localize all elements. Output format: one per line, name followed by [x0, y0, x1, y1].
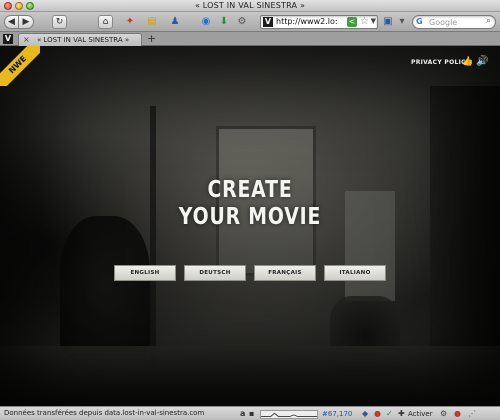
gear-icon[interactable]: ⚙: [440, 408, 447, 420]
bookmark-icon[interactable]: ✦: [124, 16, 136, 28]
star-icon[interactable]: ☆: [360, 16, 369, 27]
browser-toolbar: ◀ ▶ ↻ ⌂ ✦ ▤ ♟ ◉ ⬇ ⚙ V http://www2.lo: < …: [0, 12, 500, 32]
status-text: Données transférées depuis data.lost-in-…: [4, 409, 205, 417]
headline-line-2: YOUR MOVIE: [178, 204, 322, 230]
new-tab-button[interactable]: +: [147, 32, 156, 45]
headline-line-1: CREATE: [207, 177, 293, 203]
language-deutsch-button[interactable]: DEUTSCH: [184, 265, 246, 281]
back-button[interactable]: ◀: [4, 15, 19, 29]
search-icon[interactable]: ⌕: [486, 16, 491, 26]
shield-icon[interactable]: ◆: [362, 408, 368, 420]
tab-list-favicon-icon[interactable]: V: [3, 34, 13, 44]
badge-label: NWE: [0, 46, 40, 86]
history-dropdown-icon[interactable]: ▼: [371, 17, 376, 25]
download-icon[interactable]: ⬇: [218, 16, 230, 28]
reload-button[interactable]: ↻: [52, 15, 67, 29]
status-icons: a ▪ #67,170 ◆ ● ✓ ✚ Activer ⚙ ● ⋰: [240, 408, 500, 420]
addon-status-icon[interactable]: ▪: [249, 408, 254, 420]
check-icon[interactable]: ✓: [386, 408, 393, 420]
alert-icon[interactable]: ●: [454, 408, 461, 420]
menu-icon[interactable]: ▾: [396, 16, 408, 28]
settings-icon[interactable]: ⚙: [236, 16, 248, 28]
tab-label: « LOST IN VAL SINESTRA »: [37, 36, 130, 44]
window-titlebar: « LOST IN VAL SINESTRA »: [0, 0, 500, 12]
language-italiano-button[interactable]: ITALIANO: [324, 265, 386, 281]
forward-button[interactable]: ▶: [19, 15, 34, 29]
home-button[interactable]: ⌂: [98, 15, 113, 29]
corner-badge[interactable]: NWE: [0, 46, 40, 86]
window-title: « LOST IN VAL SINESTRA »: [194, 1, 306, 10]
globe-icon[interactable]: ◉: [200, 16, 212, 28]
puzzle-icon[interactable]: ✚: [398, 408, 405, 420]
share-icon[interactable]: <: [347, 17, 357, 27]
address-bar[interactable]: V http://www2.lo: < ☆ ▼: [260, 15, 378, 29]
flag-icon[interactable]: ●: [374, 408, 381, 420]
status-bar: Données transférées depuis data.lost-in-…: [0, 406, 500, 420]
count-label: #67,170: [322, 410, 353, 418]
status-letter[interactable]: a: [240, 408, 245, 420]
traffic-graph-icon: [260, 410, 318, 419]
url-text: http://www2.lo:: [276, 17, 338, 26]
language-selector: ENGLISH DEUTSCH FRANÇAIS ITALIANO: [114, 265, 386, 281]
addon-icon[interactable]: ▣: [382, 16, 394, 28]
user-icon[interactable]: ♟: [169, 16, 181, 28]
search-field[interactable]: G Google ⌕: [412, 15, 496, 29]
sound-icon[interactable]: 🔊: [476, 56, 488, 67]
language-francais-button[interactable]: FRANÇAIS: [254, 265, 316, 281]
activate-button[interactable]: Activer: [408, 408, 433, 420]
search-placeholder: Google: [429, 18, 458, 27]
site-favicon-icon: V: [263, 17, 273, 27]
language-english-button[interactable]: ENGLISH: [114, 265, 176, 281]
page-viewport: NWE PRIVACY POLICY 👍 🔊 CREATE YOUR MOVIE…: [0, 46, 500, 406]
note-icon[interactable]: ▤: [146, 16, 158, 28]
tab-lost-in-val-sinestra[interactable]: × « LOST IN VAL SINESTRA »: [18, 33, 142, 46]
tab-close-icon[interactable]: ×: [23, 34, 30, 46]
resize-icon[interactable]: ⋰: [468, 408, 476, 420]
thumbs-up-icon[interactable]: 👍: [462, 57, 473, 67]
tab-bar: V × « LOST IN VAL SINESTRA » +: [0, 32, 500, 46]
search-engine-icon[interactable]: G: [416, 17, 423, 26]
